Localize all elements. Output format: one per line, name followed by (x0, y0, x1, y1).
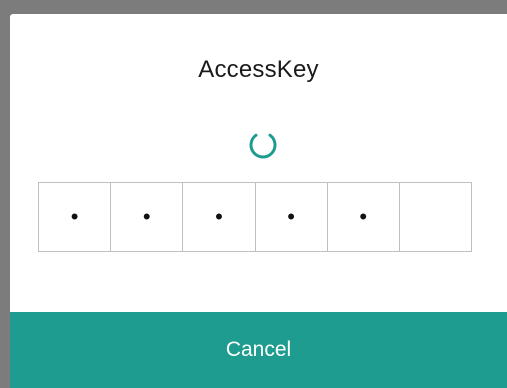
access-key-dialog: AccessKey • • • • • Cancel (10, 14, 507, 388)
pin-digit-5[interactable]: • (327, 183, 400, 251)
pin-input-row[interactable]: • • • • • (38, 182, 472, 252)
pin-digit-2[interactable]: • (111, 183, 184, 251)
cancel-button[interactable]: Cancel (10, 312, 507, 388)
pin-digit-3[interactable]: • (183, 183, 256, 251)
pin-digit-6[interactable] (399, 183, 472, 251)
dialog-title: AccessKey (198, 56, 319, 83)
pin-digit-4[interactable]: • (255, 183, 328, 251)
loading-spinner-icon (249, 133, 277, 159)
pin-digit-1[interactable]: • (39, 183, 112, 251)
